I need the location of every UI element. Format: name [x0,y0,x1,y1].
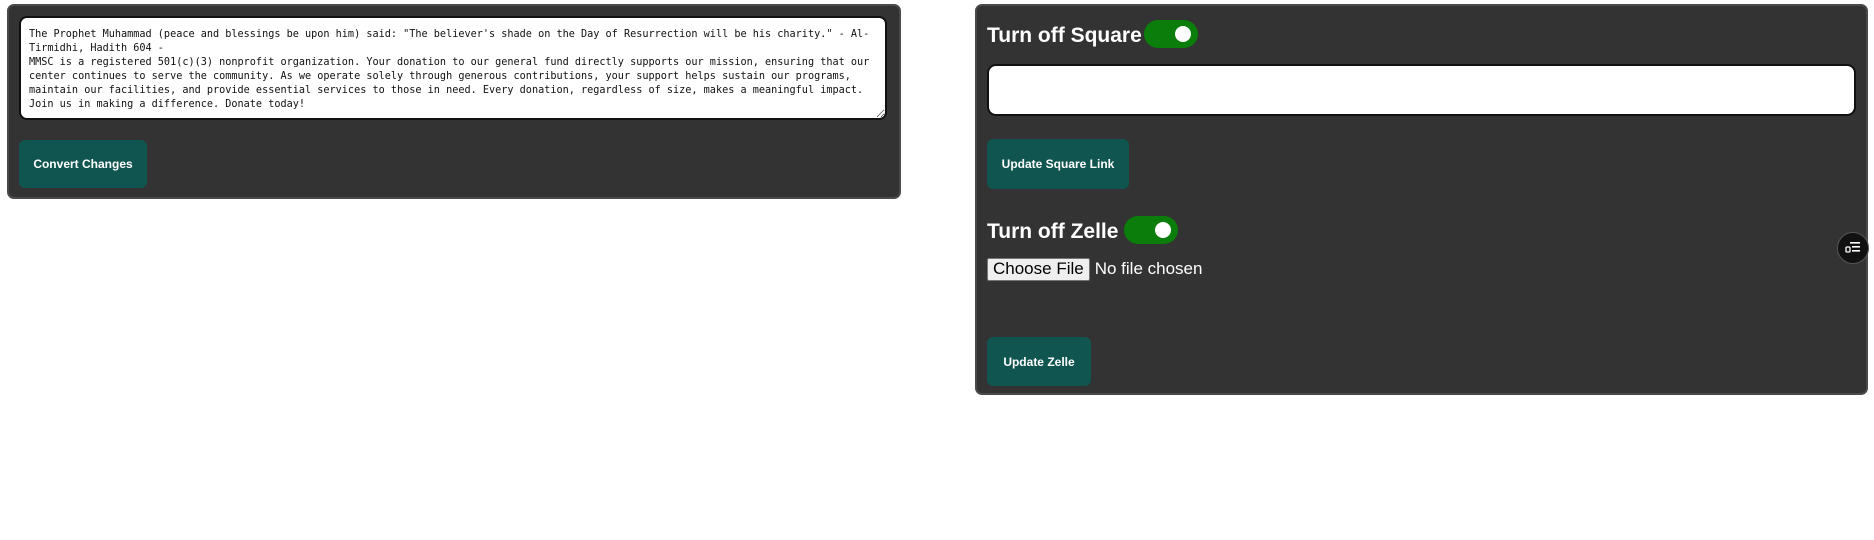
zelle-file-input: Choose File No file chosen [987,257,1203,281]
toggle-knob [1155,222,1171,238]
announcement-panel: The Prophet Muhammad (peace and blessing… [7,4,901,199]
square-heading: Turn off Square [987,24,1142,47]
zelle-heading: Turn off Zelle [987,220,1119,243]
choose-file-button[interactable]: Choose File [987,257,1090,281]
floating-widget-button[interactable] [1837,232,1869,264]
toggle-knob [1175,26,1191,42]
convert-changes-button[interactable]: Convert Changes [19,140,147,188]
file-status-text: No file chosen [1094,259,1203,278]
payment-settings-panel: Turn off Square Update Square Link Turn … [975,4,1868,395]
menu-list-icon [1845,242,1860,253]
zelle-toggle[interactable] [1124,216,1178,244]
update-zelle-button[interactable]: Update Zelle [987,337,1091,386]
update-square-link-button[interactable]: Update Square Link [987,139,1129,189]
announcement-textarea[interactable]: The Prophet Muhammad (peace and blessing… [19,16,887,120]
square-link-input[interactable] [987,64,1856,116]
square-toggle[interactable] [1144,20,1198,48]
